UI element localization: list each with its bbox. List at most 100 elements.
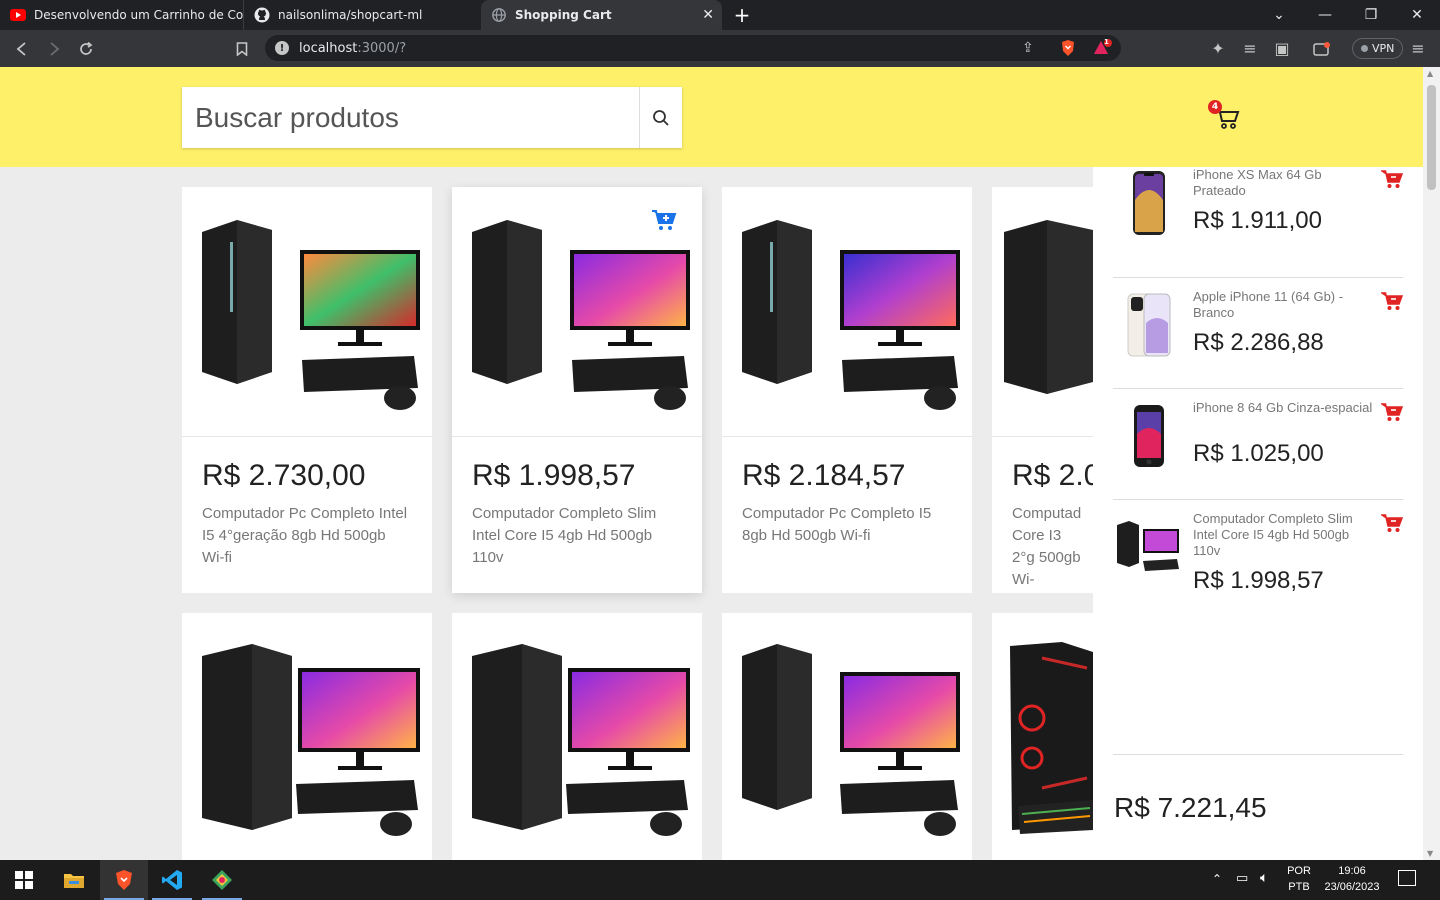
product-card[interactable] [722,613,972,860]
vscode-icon[interactable] [148,860,196,900]
keyboard-layout: PTB [1288,881,1310,893]
brave-rewards-icon[interactable]: 1 [1093,38,1113,61]
gitkraken-icon[interactable] [198,860,246,900]
desktop-computer-image [472,644,690,836]
product-card[interactable]: R$ 2.730,00 Computador Pc Completo Intel… [182,187,432,593]
product-image [452,613,702,860]
tab-search-chevron-icon[interactable]: ⌄ [1256,0,1302,30]
close-window-button[interactable]: ✕ [1394,0,1440,30]
file-explorer-icon[interactable] [50,860,98,900]
cart-sidebar: iPhone XS Max 64 Gb Prateado R$ 1.911,00… [1093,167,1423,860]
playlist-icon[interactable]: ≡ [1234,33,1266,65]
desktop-computer-image [742,219,960,410]
remove-from-cart-button[interactable] [1379,169,1404,189]
iphone-8-icon [1113,400,1185,472]
search-form [182,87,682,148]
site-info-icon[interactable]: ! [275,41,289,55]
forward-icon[interactable] [38,33,70,65]
product-card[interactable]: R$ 2.184,57 Computador Pc Completo I5 8g… [722,187,972,593]
tab-youtube[interactable]: Desenvolvendo um Carrinho de Comp [0,0,243,30]
tray-chevron-icon[interactable]: ⌃ [1212,872,1222,886]
product-card[interactable] [452,613,702,860]
product-price: R$ 2.730,00 [202,459,366,492]
scroll-down-icon[interactable]: ▼ [1427,849,1433,858]
desktop-computer-image [202,644,420,836]
bookmark-icon[interactable] [226,33,258,65]
windows-start-icon[interactable] [0,860,48,900]
tab-github[interactable]: nailsonlima/shopcart-ml [243,0,481,30]
vpn-status-icon [1361,45,1368,52]
close-tab-icon[interactable]: ✕ [702,7,714,23]
reload-icon[interactable] [70,33,102,65]
new-tab-button[interactable]: + [722,0,762,30]
product-price: R$ 1.998,57 [472,459,636,492]
clock-date: 23/06/2023 [1324,881,1380,893]
minimize-button[interactable]: — [1302,0,1348,30]
add-to-cart-button[interactable] [650,207,678,233]
computer-icon [1113,511,1183,583]
remove-cart-icon [1379,170,1404,188]
product-image [182,613,432,860]
product-card[interactable] [992,613,1093,860]
scroll-up-icon[interactable]: ▲ [1427,69,1433,78]
clock-time: 19:06 [1338,865,1366,877]
gaming-pc-image [1010,642,1093,834]
language-code: POR [1287,865,1311,877]
search-icon [653,109,669,126]
extensions-icon[interactable]: ✦ [1202,33,1234,65]
remove-from-cart-button[interactable] [1379,291,1404,311]
desktop-computer-image [472,219,690,410]
product-price: R$ 2.184,57 [742,459,906,492]
desktop-computer-image [202,219,420,410]
cart-item-title: iPhone 8 64 Gb Cinza-espacial [1193,400,1373,415]
notifications-icon[interactable] [1398,870,1416,886]
language-indicator[interactable]: POR PTB [1286,865,1312,893]
vpn-button[interactable]: VPN [1352,38,1404,59]
brave-rewards-badge: 1 [1104,38,1109,46]
product-image [182,187,432,437]
remove-from-cart-button[interactable] [1379,513,1404,533]
cart-item-price: R$ 2.286,88 [1193,329,1324,356]
iphone-11-icon [1113,289,1185,361]
github-icon [254,7,270,23]
network-icon[interactable]: ▭ [1236,871,1248,886]
cart-item-title: Computador Completo Slim Intel Core I5 4… [1193,511,1353,558]
address-bar[interactable]: ! localhost:3000/? ⇪ 1 [265,35,1121,61]
menu-icon[interactable]: ≡ [1402,33,1434,65]
remove-cart-icon [1379,292,1404,310]
product-image [992,187,1093,437]
volume-icon[interactable]: 🔈︎ [1260,870,1268,886]
cart-item: iPhone XS Max 64 Gb Prateado R$ 1.911,00 [1113,167,1404,278]
wallet-icon[interactable] [1306,33,1338,65]
product-card[interactable]: R$ 2.0 Computad Core I3 2°g 500gb Wi- [992,187,1093,593]
brave-browser-icon[interactable] [100,860,148,900]
remove-from-cart-button[interactable] [1379,402,1404,422]
back-icon[interactable] [6,33,38,65]
page-scrollbar[interactable]: ▲ ▼ [1423,67,1440,860]
remove-cart-icon [1379,403,1404,421]
restore-button[interactable]: ❐ [1348,0,1394,30]
page-viewport: 4 R$ 2.730,00 Computador Pc Completo Int… [0,67,1440,860]
scroll-thumb[interactable] [1427,85,1436,190]
product-title: Computador Pc Completo I5 8gb Hd 500gb W… [742,505,932,544]
product-image [722,187,972,437]
tab-title: Shopping Cart [515,8,612,22]
product-card[interactable]: R$ 1.998,57 Computador Completo Slim Int… [452,187,702,593]
share-icon[interactable]: ⇪ [1022,40,1034,56]
windows-taskbar: ⌃ ▭ 🔈︎ POR PTB 19:06 23/06/2023 [0,860,1440,900]
tab-shopping-cart[interactable]: Shopping Cart ✕ [481,0,722,30]
cart-item: iPhone 8 64 Gb Cinza-espacial R$ 1.025,0… [1113,389,1404,500]
cart-item-price: R$ 1.998,57 [1193,567,1324,594]
browser-tab-bar: Desenvolvendo um Carrinho de Comp nailso… [0,0,1440,30]
cart-button[interactable]: 4 [1208,100,1242,132]
clock[interactable]: 19:06 23/06/2023 [1320,865,1384,893]
sidebar-icon[interactable]: ▣ [1266,33,1298,65]
desktop-computer-image [1004,219,1093,394]
brave-shields-icon[interactable] [1060,39,1076,61]
search-input[interactable] [182,87,639,148]
product-title: Computad Core I3 2°g 500gb Wi- [1012,505,1082,588]
cart-item-title: Apple iPhone 11 (64 Gb) - Branco [1193,289,1344,320]
cart-total: R$ 7.221,45 [1114,792,1267,823]
product-card[interactable] [182,613,432,860]
search-button[interactable] [639,87,682,148]
